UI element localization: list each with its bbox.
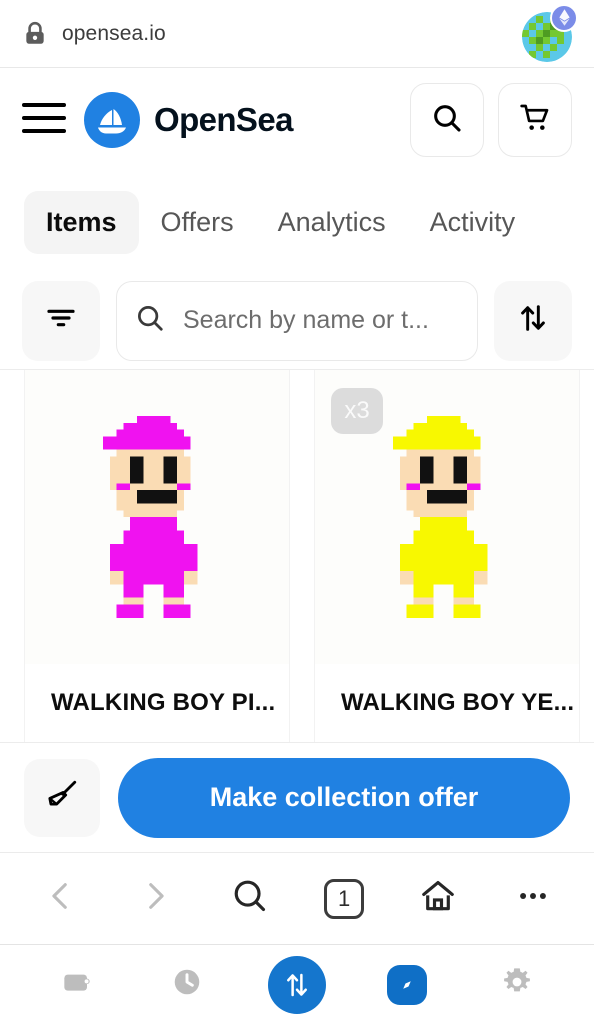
filter-search-bar <box>0 272 594 370</box>
swap-arrows-icon <box>268 955 326 1014</box>
home-icon <box>419 877 457 920</box>
gear-icon <box>501 966 533 1003</box>
tab-activity[interactable]: Activity <box>408 191 538 254</box>
chevron-right-icon <box>138 879 172 918</box>
site-header: OpenSea <box>0 68 594 172</box>
home-button[interactable] <box>401 862 475 936</box>
swap-tab[interactable] <box>264 952 330 1018</box>
collection-action-bar: Make collection offer <box>0 743 594 853</box>
back-button[interactable] <box>24 862 98 936</box>
lock-icon <box>22 21 48 47</box>
shopping-cart-icon <box>519 102 551 139</box>
walking-boy-yellow-pixel-art <box>393 416 488 618</box>
tab-offers[interactable]: Offers <box>139 191 256 254</box>
browser-url-bar[interactable]: opensea.io <box>0 0 594 68</box>
sort-button[interactable] <box>494 280 572 361</box>
search-field-wrapper[interactable] <box>116 280 478 361</box>
header-cart-button[interactable] <box>498 83 572 157</box>
more-dots-icon <box>516 879 550 918</box>
browser-more-button[interactable] <box>496 862 570 936</box>
search-icon <box>431 102 463 139</box>
brand-name: OpenSea <box>154 101 293 138</box>
compass-icon <box>387 964 427 1005</box>
item-card[interactable]: x3 WALKING BOY YE... <box>314 370 580 742</box>
quantity-badge: x3 <box>331 388 383 434</box>
sweep-button[interactable] <box>24 758 100 837</box>
app-bottom-bar <box>0 945 594 1024</box>
items-grid: WALKING BOY PI... x3 WALKING BOY YE... <box>0 370 594 743</box>
url-text[interactable]: opensea.io <box>62 22 520 46</box>
browser-search-button[interactable] <box>213 862 287 936</box>
ethereum-icon <box>550 3 578 32</box>
search-icon <box>135 303 169 338</box>
search-icon <box>231 877 269 920</box>
make-collection-offer-button[interactable]: Make collection offer <box>118 757 570 838</box>
wallet-tab[interactable] <box>44 952 110 1018</box>
browser-tab[interactable] <box>374 952 440 1018</box>
filter-icon <box>45 302 77 339</box>
collection-tabs: Items Offers Analytics Activity <box>0 172 594 272</box>
tab-analytics[interactable]: Analytics <box>256 191 408 254</box>
settings-tab[interactable] <box>484 952 550 1018</box>
wallet-icon <box>61 966 93 1003</box>
tab-count: 1 <box>324 878 365 919</box>
clock-icon <box>171 966 203 1003</box>
search-input[interactable] <box>183 306 459 335</box>
tab-items[interactable]: Items <box>24 190 139 254</box>
header-search-button[interactable] <box>410 83 484 157</box>
forward-button[interactable] <box>118 862 192 936</box>
broom-icon <box>45 778 79 817</box>
history-tab[interactable] <box>154 952 220 1018</box>
item-title[interactable]: WALKING BOY YE... <box>315 664 579 742</box>
walking-boy-pink-pixel-art <box>103 416 198 618</box>
hamburger-menu-icon[interactable] <box>22 103 66 137</box>
chevron-left-icon <box>44 879 78 918</box>
opensea-sailboat-logo-icon <box>84 92 140 148</box>
item-title[interactable]: WALKING BOY PI... <box>25 664 289 742</box>
brand-logo-link[interactable]: OpenSea <box>84 92 396 148</box>
filter-button[interactable] <box>22 280 100 361</box>
browser-nav-bar: 1 <box>0 853 594 945</box>
item-media[interactable]: x3 <box>315 370 579 664</box>
avatar[interactable] <box>520 3 578 62</box>
item-media[interactable] <box>25 370 289 664</box>
sort-arrows-icon <box>517 302 549 339</box>
tab-switcher-button[interactable]: 1 <box>307 862 381 936</box>
item-card[interactable]: WALKING BOY PI... <box>24 370 290 742</box>
